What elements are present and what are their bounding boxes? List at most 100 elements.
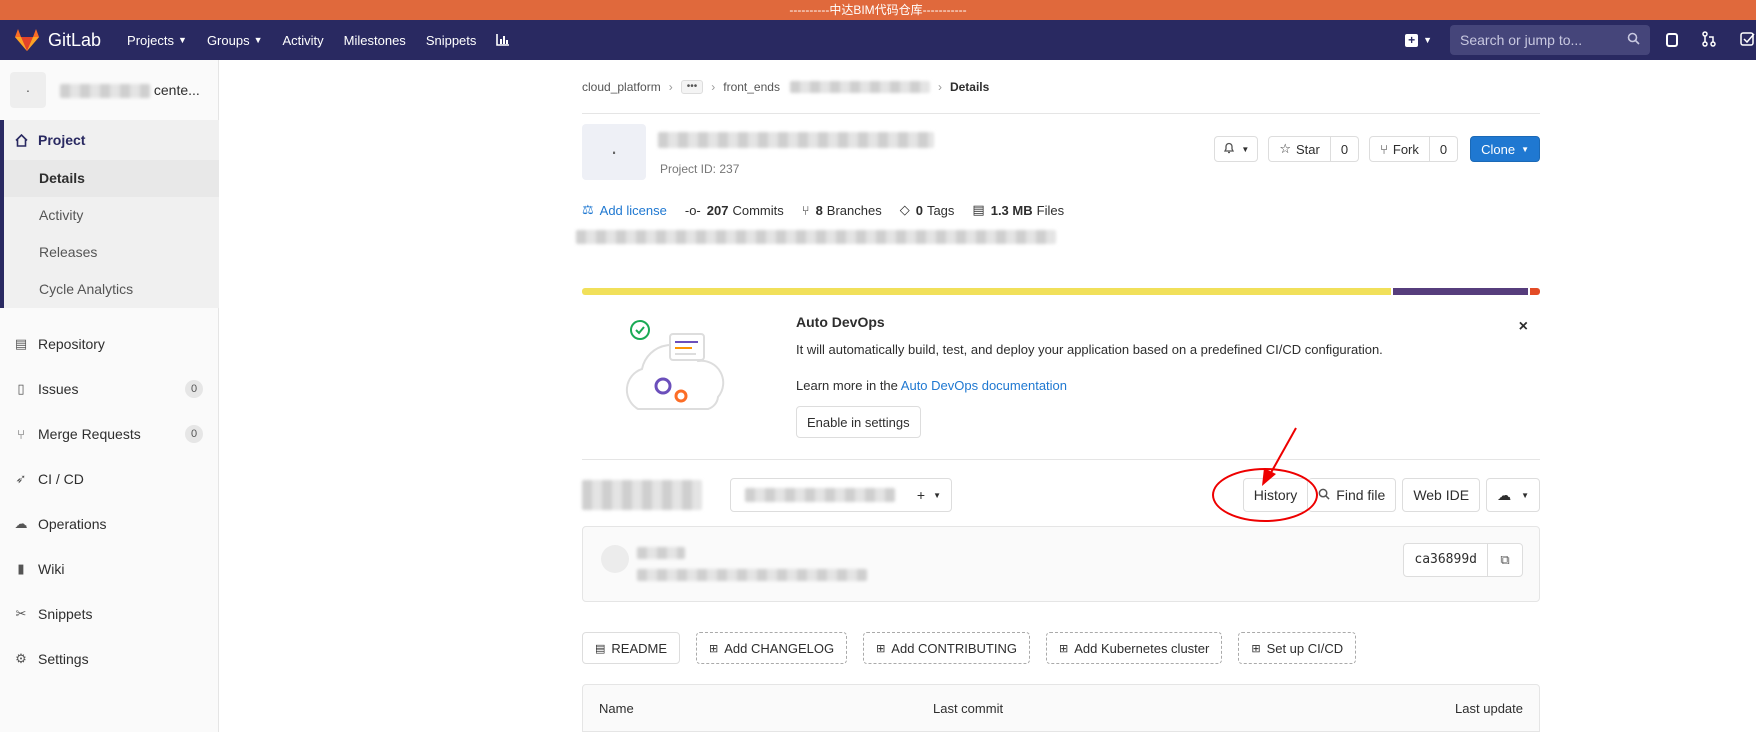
todos-nav-icon[interactable] — [1740, 31, 1756, 50]
nav-activity[interactable]: Activity — [283, 33, 324, 48]
readme-button[interactable]: ▤ README — [582, 632, 681, 664]
chart-icon[interactable] — [496, 33, 510, 48]
close-icon[interactable]: × — [1519, 318, 1528, 336]
auto-devops-docs-link[interactable]: Auto DevOps documentation — [901, 378, 1067, 393]
notification-dropdown[interactable]: ▼ — [1214, 136, 1259, 162]
branches-link[interactable]: ⑂ 8 Branches — [802, 203, 882, 218]
sidebar-item-settings[interactable]: ⚙ Settings — [0, 639, 219, 679]
chevron-down-icon: ▼ — [253, 35, 263, 45]
sidebar-item-repository[interactable]: ▤ Repository — [0, 324, 219, 364]
repo-size: 1.3 MB — [990, 202, 1033, 218]
sidebar-item-snippets[interactable]: ✂ Snippets — [0, 594, 219, 634]
breadcrumb-group-link[interactable]: front_ends — [723, 80, 780, 94]
project-stats: ⚖ Add license -o- 207 Commits ⑂ 8 Branches ◇ 0… — [582, 202, 1082, 218]
add-kubernetes-cluster-button[interactable]: ⊞ Add Kubernetes cluster — [1045, 632, 1223, 664]
plus-square-icon: ⊞ — [709, 642, 719, 655]
add-license-link[interactable]: ⚖ Add license — [582, 202, 667, 218]
nav-groups-label: Groups — [206, 32, 250, 48]
add-to-tree-dropdown[interactable]: + ▼ — [730, 478, 952, 512]
redacted-text — [637, 547, 685, 559]
nav-milestones-label: Milestones — [343, 32, 406, 48]
sidebar-item-label: Issues — [38, 381, 79, 397]
new-item-button[interactable]: + ▼ — [1405, 33, 1432, 47]
files-link[interactable]: ▤ 1.3 MB Files — [972, 202, 1064, 218]
gitlab-logo[interactable]: GitLab — [14, 28, 101, 52]
author-avatar[interactable] — [601, 545, 629, 573]
merge-requests-nav-icon[interactable] — [1702, 30, 1716, 50]
fork-label: Fork — [1392, 141, 1419, 157]
copy-icon[interactable]: ⧉ — [1488, 544, 1522, 576]
cloud-download-icon: ☁ — [1497, 486, 1512, 503]
commit-sha[interactable]: ca36899d — [1404, 544, 1488, 576]
home-icon — [14, 133, 28, 147]
breadcrumb-root-link[interactable]: cloud_platform — [582, 80, 661, 94]
files-table-header: Name Last commit Last update — [582, 684, 1540, 732]
commits-link[interactable]: -o- 207 Commits — [685, 203, 784, 218]
auto-devops-title: Auto DevOps — [796, 314, 885, 330]
last-commit-panel: ca36899d ⧉ — [582, 526, 1540, 602]
sidebar-subitem-activity[interactable]: Activity — [4, 197, 219, 234]
scissors-icon: ✂ — [15, 606, 27, 621]
readme-label: README — [611, 640, 668, 656]
history-label: History — [1253, 487, 1298, 503]
download-dropdown[interactable]: ☁ ▼ — [1486, 478, 1540, 512]
chevron-down-icon: ▼ — [1521, 490, 1529, 500]
branch-selector-area — [582, 478, 702, 512]
nav-groups[interactable]: Groups ▼ — [207, 33, 263, 48]
redacted-text — [658, 132, 934, 148]
redacted-text — [745, 488, 895, 502]
star-count[interactable]: 0 — [1330, 136, 1360, 162]
nav-milestones[interactable]: Milestones — [344, 33, 406, 48]
fork-count[interactable]: 0 — [1429, 136, 1459, 162]
sidebar-item-wiki[interactable]: ▮ Wiki — [0, 549, 219, 589]
doc-icon: ▤ — [14, 336, 28, 351]
sidebar-item-label: Snippets — [38, 606, 93, 622]
star-button[interactable]: ☆ Star — [1268, 136, 1331, 162]
language-bar — [582, 288, 1540, 295]
sidebar-subitem-cycle-analytics[interactable]: Cycle Analytics — [4, 271, 219, 308]
redacted-text — [582, 480, 702, 510]
project-avatar-large: · — [582, 124, 646, 180]
commit-icon: -o- — [684, 202, 701, 218]
search-input[interactable]: Search or jump to... — [1450, 25, 1650, 55]
nav-projects[interactable]: Projects ▼ — [127, 33, 187, 48]
sidebar-item-operations[interactable]: ☁ Operations — [0, 504, 219, 544]
sidebar-item-project[interactable]: Project — [4, 120, 219, 160]
sidebar-item-label: Wiki — [38, 561, 65, 577]
web-ide-button[interactable]: Web IDE — [1402, 478, 1481, 512]
find-file-button[interactable]: Find file — [1308, 478, 1397, 512]
redacted-text — [789, 80, 930, 93]
enable-in-settings-button[interactable]: Enable in settings — [796, 406, 921, 438]
tags-link[interactable]: ◇ 0 Tags — [900, 202, 955, 218]
scale-icon: ⚖ — [582, 202, 594, 217]
commits-label: Commits — [732, 202, 784, 218]
add-kubernetes-label: Add Kubernetes cluster — [1074, 640, 1210, 656]
setup-ci-cd-button[interactable]: ⊞ Set up CI/CD — [1238, 632, 1357, 664]
issues-count-badge: 0 — [185, 380, 203, 398]
auto-devops-text: It will automatically build, test, and d… — [796, 342, 1383, 357]
commit-sha-group: ca36899d ⧉ — [1403, 543, 1523, 577]
sidebar-item-merge-requests[interactable]: ⑂ Merge Requests 0 — [0, 414, 219, 454]
top-banner: ----------中达BIM代码仓库----------- — [0, 0, 1756, 20]
redacted-text — [60, 84, 150, 99]
tags-label: Tags — [926, 202, 955, 218]
nav-snippets[interactable]: Snippets — [426, 33, 477, 48]
add-changelog-button[interactable]: ⊞ Add CHANGELOG — [696, 632, 848, 664]
cloud-gear-icon: ☁ — [14, 516, 28, 531]
add-contributing-button[interactable]: ⊞ Add CONTRIBUTING — [863, 632, 1030, 664]
nav-activity-label: Activity — [282, 32, 324, 48]
sidebar-item-ci-cd[interactable]: ➶ CI / CD — [0, 459, 219, 499]
sidebar-section-project: Project Details Activity Releases Cycle … — [0, 120, 219, 308]
sidebar-subitem-releases[interactable]: Releases — [4, 234, 219, 271]
brand-name: GitLab — [48, 29, 102, 50]
sidebar-item-issues[interactable]: ▯ Issues 0 — [0, 369, 219, 409]
clone-button[interactable]: Clone ▼ — [1470, 136, 1540, 162]
fork-button[interactable]: ⑂ Fork — [1369, 136, 1430, 162]
sidebar-project-name: cente... — [60, 82, 200, 99]
chevron-down-icon: ▼ — [1423, 35, 1432, 45]
breadcrumb-expand-button[interactable]: ••• — [680, 79, 704, 94]
sidebar-subitem-details[interactable]: Details — [4, 160, 219, 197]
sidebar-project-header[interactable]: · cente... — [10, 70, 210, 110]
chevron-down-icon: ▼ — [1521, 144, 1529, 154]
issues-nav-icon[interactable] — [1666, 33, 1678, 47]
